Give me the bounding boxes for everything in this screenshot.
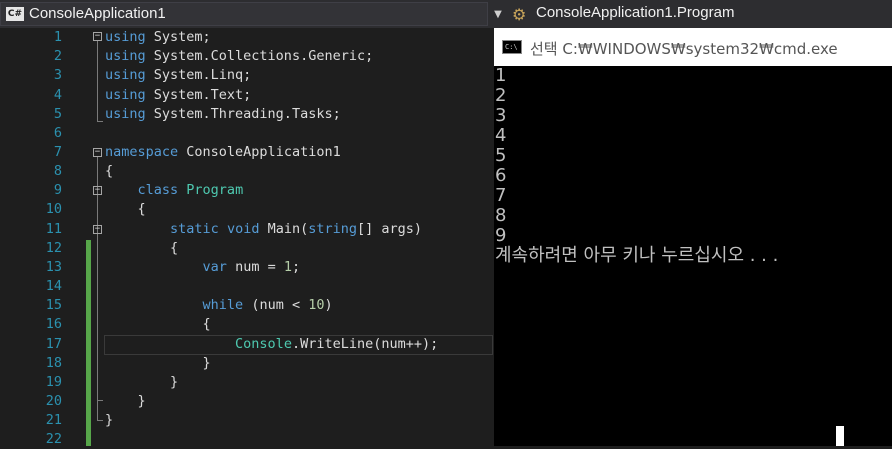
line-number-gutter: 1 2 3 4 5 6 7 8 9 10 11 12 13 14 15 16 1… — [0, 28, 103, 447]
outline-guide — [97, 41, 98, 121]
collapse-icon[interactable]: − — [93, 32, 102, 41]
class-icon: ⚙ — [512, 5, 527, 24]
line-number: 14 — [45, 278, 62, 294]
line-number: 13 — [45, 259, 62, 275]
line-number: 2 — [53, 48, 62, 64]
project-dropdown[interactable]: C# ConsoleApplication1 — [0, 2, 488, 26]
line-number: 9 — [53, 182, 62, 198]
line-number: 22 — [45, 431, 62, 447]
line-number: 12 — [45, 240, 62, 256]
line-number: 3 — [53, 67, 62, 83]
csharp-project-icon: C# — [6, 7, 24, 21]
outline-guide-end — [97, 400, 103, 401]
line-number: 15 — [45, 297, 62, 313]
line-number: 6 — [53, 125, 62, 141]
output-line: 5 — [495, 145, 507, 166]
outline-guide-end — [97, 420, 103, 421]
collapse-icon[interactable]: − — [93, 148, 102, 157]
navigation-bar: C# ConsoleApplication1 ▼ ⚙ ConsoleApplic… — [0, 0, 892, 28]
output-line: 4 — [495, 125, 507, 146]
project-label: ConsoleApplication1 — [29, 5, 166, 22]
line-number: 18 — [45, 355, 62, 371]
console-output: 1 2 3 4 5 6 7 8 9 계속하려면 아무 키나 누르십시오 . . … — [494, 66, 892, 446]
output-line: 1 — [495, 65, 507, 86]
line-number: 5 — [53, 106, 62, 122]
output-line: 7 — [495, 185, 507, 206]
member-label: ConsoleApplication1.Program — [536, 4, 735, 21]
console-title-bar[interactable]: C:\ 선택 C:₩WINDOWS₩system32₩cmd.exe — [494, 28, 892, 66]
output-line: 8 — [495, 205, 507, 226]
code-line: Console.WriteLine(num++); — [235, 336, 439, 352]
text-cursor — [836, 426, 844, 446]
chevron-down-icon[interactable]: ▼ — [490, 2, 506, 26]
code-editor[interactable]: 1 2 3 4 5 6 7 8 9 10 11 12 13 14 15 16 1… — [0, 28, 494, 447]
code-line: using System.Text; — [105, 87, 252, 103]
code-line: } — [105, 374, 179, 390]
cmd-icon: C:\ — [502, 40, 522, 54]
code-line: { — [105, 201, 146, 217]
code-line: static void Main(string[] args) — [170, 221, 423, 237]
line-number: 19 — [45, 374, 62, 390]
code-line: { — [105, 316, 211, 332]
line-number: 8 — [53, 163, 62, 179]
output-line: 9 — [495, 225, 507, 246]
console-window[interactable]: C:\ 선택 C:₩WINDOWS₩system32₩cmd.exe 1 2 3… — [494, 28, 892, 446]
output-line: 6 — [495, 165, 507, 186]
line-number: 10 — [45, 201, 62, 217]
line-number: 4 — [53, 87, 62, 103]
code-line: var num = 1; — [202, 259, 301, 275]
code-line: class Program — [137, 182, 244, 198]
line-number: 21 — [45, 412, 62, 428]
line-number: 20 — [45, 393, 62, 409]
collapse-icon[interactable]: − — [93, 225, 102, 234]
output-line: 2 — [495, 85, 507, 106]
code-line: { — [105, 163, 114, 179]
line-number: 16 — [45, 316, 62, 332]
code-line: using System.Linq; — [105, 67, 252, 83]
line-number: 17 — [45, 336, 62, 352]
code-line: using System; — [105, 29, 211, 45]
line-number: 11 — [45, 221, 62, 237]
outline-guide-end — [97, 121, 103, 122]
code-line: } — [105, 393, 146, 409]
output-line: 3 — [495, 105, 507, 126]
change-tracking-bar — [86, 240, 91, 446]
code-line: { — [105, 240, 179, 256]
line-number: 7 — [53, 144, 62, 160]
code-line: while (num < 10) — [202, 297, 333, 313]
code-line: namespace ConsoleApplication1 — [105, 144, 341, 160]
code-line: } — [105, 412, 114, 428]
code-line: using System.Collections.Generic; — [105, 48, 374, 64]
code-line: using System.Threading.Tasks; — [105, 106, 341, 122]
collapse-icon[interactable]: − — [93, 186, 102, 195]
member-dropdown[interactable]: ⚙ ConsoleApplication1.Program — [508, 2, 892, 26]
code-line: } — [105, 355, 211, 371]
output-line: 계속하려면 아무 키나 누르십시오 . . . — [495, 245, 779, 266]
line-number: 1 — [53, 29, 62, 45]
console-title: 선택 C:₩WINDOWS₩system32₩cmd.exe — [530, 40, 838, 58]
